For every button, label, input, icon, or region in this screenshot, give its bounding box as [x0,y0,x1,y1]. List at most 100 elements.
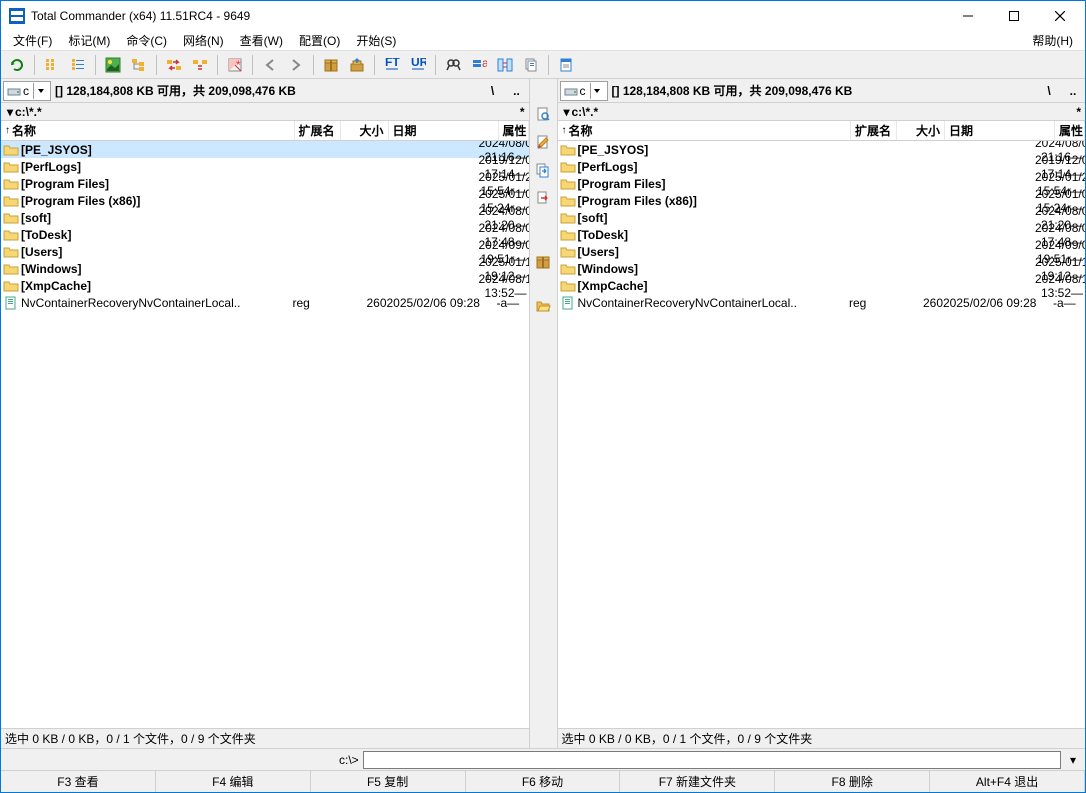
app-icon [9,8,25,24]
menu-show[interactable]: 查看(W) [232,30,291,51]
col-size[interactable]: 大小 [897,121,945,140]
forward-icon[interactable] [284,53,308,77]
search-icon[interactable] [441,53,465,77]
back-icon[interactable] [258,53,282,77]
left-list-header: ↑名称 扩展名 大小 日期 属性 [1,121,529,141]
col-date[interactable]: 日期 [945,121,1055,140]
menu-commands[interactable]: 命令(C) [118,30,175,51]
edit-file-icon[interactable] [532,131,554,153]
minimize-button[interactable] [945,1,991,31]
menu-file[interactable]: 文件(F) [5,30,60,51]
col-date[interactable]: 日期 [389,121,499,140]
right-root-button[interactable]: \ [1039,81,1059,101]
sync-dirs-icon[interactable] [493,53,517,77]
file-row[interactable]: [XmpCache]2024/08/11 13:52— [1,277,529,294]
f7-mkdir-button[interactable]: F7 新建文件夹 [620,771,775,792]
file-row[interactable]: [Users]2024/09/04 19:51r— [1,243,529,260]
invert-selection-icon[interactable]: * [223,53,247,77]
file-row[interactable]: [ToDesk]2024/08/07 17:48— [1,226,529,243]
menu-net[interactable]: 网络(N) [175,30,232,51]
file-row[interactable]: [Windows]2025/01/16 19:12— [1,260,529,277]
file-row[interactable]: [soft]2024/08/04 21:20— [558,209,1086,226]
folder-icon [3,278,19,294]
view-file-icon[interactable] [532,103,554,125]
col-ext[interactable]: 扩展名 [851,121,897,140]
file-row[interactable]: [soft]2024/08/04 21:20— [1,209,529,226]
open-folder-icon[interactable] [532,295,554,317]
target-equals-source-icon[interactable] [188,53,212,77]
view-tree-icon[interactable] [127,53,151,77]
f8-delete-button[interactable]: F8 删除 [775,771,930,792]
swap-panels-icon[interactable] [162,53,186,77]
refresh-icon[interactable] [5,53,29,77]
file-row[interactable]: [PE_JSYOS]2024/08/04 21:16— [558,141,1086,158]
col-name[interactable]: ↑名称 [558,121,852,140]
svg-text:FTP: FTP [385,58,400,69]
file-row[interactable]: [PerfLogs]2019/12/07 17:14— [1,158,529,175]
maximize-button[interactable] [991,1,1037,31]
view-brief-icon[interactable] [40,53,64,77]
file-row[interactable]: [PE_JSYOS]2024/08/04 21:16— [1,141,529,158]
col-size[interactable]: 大小 [341,121,389,140]
history-dropdown-icon[interactable]: ▾ [562,105,572,119]
copy-file-icon[interactable] [532,159,554,181]
multi-rename-icon[interactable]: ab [467,53,491,77]
right-drive-selector[interactable]: c [560,81,608,101]
file-row[interactable]: [PerfLogs]2019/12/07 17:14— [558,158,1086,175]
right-file-list[interactable]: [PE_JSYOS]2024/08/04 21:16—[PerfLogs]201… [558,141,1086,728]
svg-text:ab: ab [482,57,487,70]
left-up-button[interactable]: .. [507,81,527,101]
file-row[interactable]: [ToDesk]2024/08/07 17:48— [558,226,1086,243]
file-row[interactable]: [Program Files (x86)]2025/01/04 15:24r— [1,192,529,209]
file-name: [Users] [21,245,433,259]
menu-mark[interactable]: 标记(M) [60,30,118,51]
right-path-bar[interactable]: ▾ c:\*.* * [558,103,1086,121]
folder-icon [560,159,576,175]
pack-icon[interactable] [319,53,343,77]
menu-help[interactable]: 帮助(H) [1024,30,1081,51]
left-root-button[interactable]: \ [483,81,503,101]
view-thumbs-icon[interactable] [101,53,125,77]
col-attr[interactable]: 属性 [1055,121,1085,140]
left-path-bar[interactable]: ▾ c:\*.* * [1,103,529,121]
title-bar: Total Commander (x64) 11.51RC4 - 9649 [1,1,1085,31]
history-dropdown-icon[interactable]: ▾ [5,105,15,119]
url-connect-icon[interactable]: URL [406,53,430,77]
new-folder-icon[interactable] [532,251,554,273]
f3-view-button[interactable]: F3 查看 [1,771,156,792]
f5-copy-button[interactable]: F5 复制 [311,771,466,792]
file-row[interactable]: [Program Files]2025/01/21 15:54r— [558,175,1086,192]
file-row[interactable]: [Windows]2025/01/16 19:12— [558,260,1086,277]
col-name[interactable]: ↑名称 [1,121,295,140]
file-row[interactable]: NvContainerRecoveryNvContainerLocal..reg… [1,294,529,311]
menu-config[interactable]: 配置(O) [291,30,348,51]
copy-names-icon[interactable] [519,53,543,77]
file-row[interactable]: [XmpCache]2024/08/11 13:52— [558,277,1086,294]
col-attr[interactable]: 属性 [499,121,529,140]
unpack-icon[interactable] [345,53,369,77]
file-row[interactable]: NvContainerRecoveryNvContainerLocal..reg… [558,294,1086,311]
menu-bar: 文件(F) 标记(M) 命令(C) 网络(N) 查看(W) 配置(O) 开始(S… [1,31,1085,51]
view-full-icon[interactable] [66,53,90,77]
left-file-list[interactable]: [PE_JSYOS]2024/08/04 21:16—[PerfLogs]201… [1,141,529,728]
file-row[interactable]: [Users]2024/09/04 19:51r— [558,243,1086,260]
favorites-icon[interactable]: * [520,105,525,119]
col-ext[interactable]: 扩展名 [295,121,341,140]
file-row[interactable]: [Program Files]2025/01/21 15:54r— [1,175,529,192]
right-up-button[interactable]: .. [1063,81,1083,101]
folder-icon [3,244,19,260]
menu-start[interactable]: 开始(S) [348,30,404,51]
ftp-connect-icon[interactable]: FTP [380,53,404,77]
folder-icon [560,261,576,277]
favorites-icon[interactable]: * [1076,105,1081,119]
f6-move-button[interactable]: F6 移动 [466,771,621,792]
command-input[interactable] [363,751,1061,769]
altf4-exit-button[interactable]: Alt+F4 退出 [930,771,1085,792]
left-drive-selector[interactable]: c [3,81,51,101]
notepad-icon[interactable] [554,53,578,77]
cmd-dropdown-icon[interactable]: ▾ [1065,753,1081,767]
f4-edit-button[interactable]: F4 编辑 [156,771,311,792]
file-row[interactable]: [Program Files (x86)]2025/01/04 15:24r— [558,192,1086,209]
close-button[interactable] [1037,1,1083,31]
move-file-icon[interactable] [532,187,554,209]
